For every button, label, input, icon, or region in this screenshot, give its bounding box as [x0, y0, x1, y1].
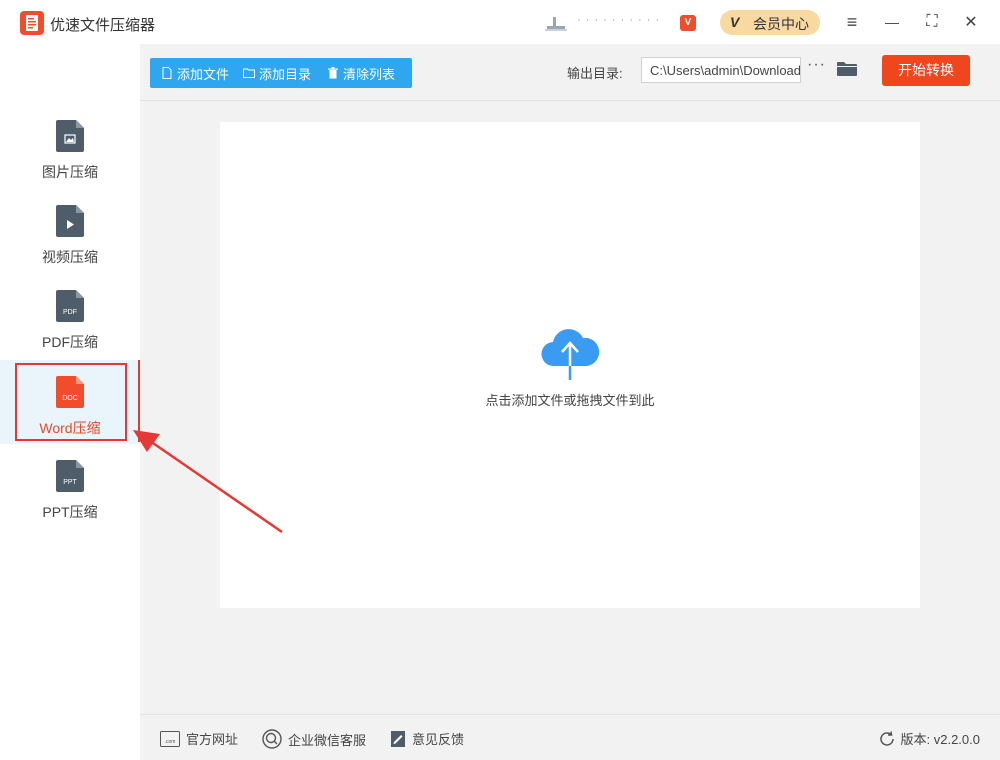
- sidebar-item-label: PDF压缩: [42, 334, 98, 350]
- website-label: 官方网址: [186, 732, 239, 747]
- feedback-link[interactable]: 意见反馈: [390, 729, 464, 748]
- close-icon[interactable]: ✕: [959, 10, 983, 34]
- cloud-upload-icon: [541, 329, 600, 380]
- file-icon: [162, 67, 172, 79]
- pdf-file-icon: PDF: [56, 290, 84, 322]
- wechat-icon: [262, 729, 282, 749]
- menu-icon[interactable]: ≡: [840, 10, 864, 34]
- title-bar: 优速文件压缩器 · · · · · · · · · · V V 会员中心 ≡ —…: [0, 0, 1000, 44]
- sidebar-item-label: PPT压缩: [42, 504, 98, 520]
- refresh-icon: [879, 730, 894, 746]
- website-link[interactable]: .com 官方网址: [160, 729, 238, 748]
- clear-list-label: 清除列表: [343, 66, 396, 82]
- file-action-group: 添加文件 添加目录 清除列表: [150, 58, 412, 88]
- wechat-service-label: 企业微信客服: [288, 732, 367, 748]
- output-dir-label: 输出目录:: [567, 66, 623, 81]
- more-options-button[interactable]: ···: [807, 56, 826, 74]
- ppt-file-icon: PPT: [56, 460, 84, 492]
- version-label: 版本: v2.2.0.0: [900, 732, 980, 747]
- user-vip-badge: V: [680, 15, 696, 31]
- vip-icon: V: [730, 14, 740, 30]
- add-file-button[interactable]: 添加文件: [161, 64, 229, 83]
- feedback-label: 意见反馈: [412, 732, 465, 747]
- trash-icon: [328, 67, 339, 79]
- annotation-highlight-box: [15, 363, 127, 441]
- sidebar-item-video[interactable]: 视频压缩: [0, 199, 140, 284]
- image-file-icon: [56, 120, 84, 152]
- vip-center-button[interactable]: V 会员中心: [720, 10, 820, 35]
- maximize-icon[interactable]: ⛶: [920, 10, 944, 34]
- sidebar-item-ppt[interactable]: PPT PPT压缩: [0, 454, 140, 539]
- svg-text:PPT: PPT: [63, 479, 77, 486]
- start-convert-button[interactable]: 开始转换: [882, 55, 970, 86]
- version-info[interactable]: 版本: v2.2.0.0: [878, 729, 980, 748]
- user-name: · · · · · · · · · ·: [577, 14, 661, 26]
- wechat-service-link[interactable]: 企业微信客服: [262, 729, 366, 749]
- website-icon: .com: [160, 730, 180, 747]
- clear-list-button[interactable]: 清除列表: [327, 64, 395, 83]
- annotation-marker-line: [138, 360, 140, 442]
- sidebar-item-image[interactable]: 图片压缩: [0, 114, 140, 199]
- folder-icon: [243, 68, 256, 78]
- svg-text:PDF: PDF: [63, 309, 77, 316]
- add-directory-button[interactable]: 添加目录: [243, 64, 311, 83]
- video-file-icon: [56, 205, 84, 237]
- app-logo-icon: [20, 11, 44, 35]
- feedback-icon: [391, 730, 405, 747]
- footer: .com 官方网址 企业微信客服 意见反馈 版本: v2.2.0.0: [140, 714, 1000, 760]
- vip-center-label: 会员中心: [753, 16, 809, 32]
- sidebar-item-label: 图片压缩: [42, 164, 98, 180]
- sidebar-item-label: 视频压缩: [42, 249, 98, 265]
- file-drop-zone[interactable]: 点击添加文件或拖拽文件到此: [220, 122, 920, 608]
- user-info[interactable]: · · · · · · · · · · V: [545, 14, 696, 34]
- svg-text:.com: .com: [165, 739, 176, 745]
- user-avatar-icon: [545, 17, 567, 31]
- add-file-label: 添加文件: [177, 66, 230, 82]
- sidebar-item-pdf[interactable]: PDF PDF压缩: [0, 284, 140, 369]
- open-folder-icon[interactable]: [837, 61, 857, 77]
- app-title: 优速文件压缩器: [50, 17, 156, 34]
- output-dir-field[interactable]: C:\Users\admin\Downloads: [641, 57, 801, 83]
- add-directory-label: 添加目录: [259, 66, 312, 82]
- minimize-icon[interactable]: —: [880, 10, 904, 34]
- main-area: 添加文件 添加目录 清除列表 输出目录: C:\Users\admin\Down…: [140, 44, 1000, 714]
- toolbar: 添加文件 添加目录 清除列表 输出目录: C:\Users\admin\Down…: [140, 44, 1000, 101]
- drop-zone-hint: 点击添加文件或拖拽文件到此: [485, 393, 655, 408]
